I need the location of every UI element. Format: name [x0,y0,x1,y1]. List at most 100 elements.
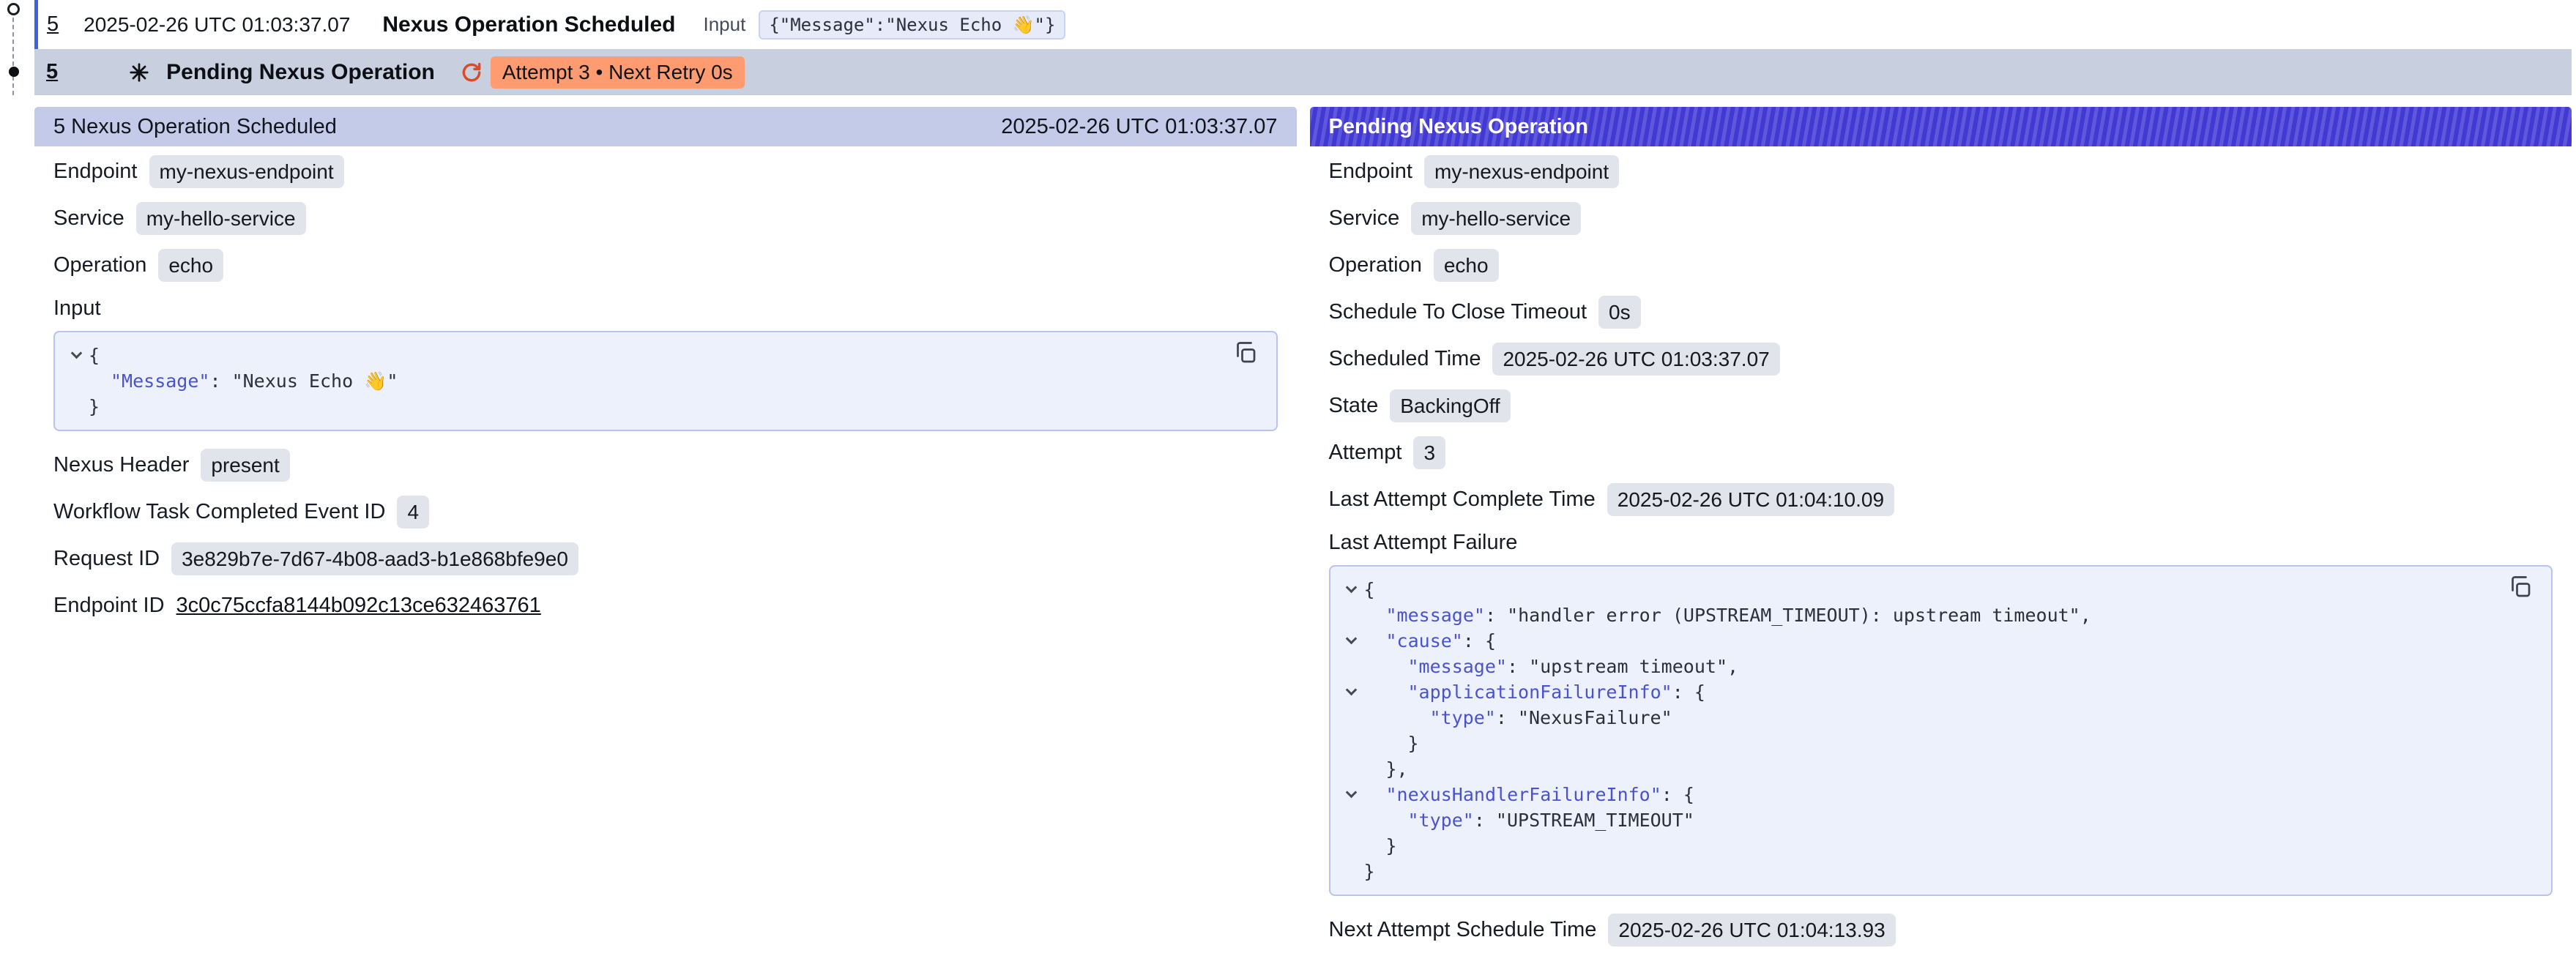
field-row: State BackingOff [1329,382,2553,429]
code-text: "Message": "Nexus Echo 👋" [89,368,398,394]
code-line: "type": "NexusFailure" [1339,705,2540,731]
collapse-gutter [64,394,89,419]
input-section-label: Input [53,296,1278,321]
json-text: } [1364,861,1375,882]
json-text: : "NexusFailure" [1496,707,1672,728]
json-text: : { [1661,784,1694,805]
copy-icon[interactable] [2507,574,2534,600]
code-text: "type": "NexusFailure" [1364,705,1672,731]
event-input-chip: {"Message":"Nexus Echo 👋"} [759,10,1065,40]
copy-icon[interactable] [1232,340,1259,366]
input-json-viewer: {"Message": "Nexus Echo 👋"} [53,331,1278,431]
event-timestamp: 2025-02-26 UTC 01:03:37.07 [83,13,350,37]
collapse-gutter [1339,859,1364,884]
chevron-down-icon[interactable] [1346,684,1358,696]
attempt-badge: Attempt 3 • Next Retry 0s [491,56,745,89]
collapse-gutter [1339,782,1364,807]
code-line: "applicationFailureInfo": { [1339,679,2540,705]
field-row: Endpoint ID3c0c75ccfa8144b092c13ce632463… [53,582,1278,629]
collapse-gutter [1339,833,1364,859]
json-key: "applicationFailureInfo" [1408,681,1672,703]
pending-id-link[interactable]: 5 [46,60,58,84]
field-value-link[interactable]: 3c0c75ccfa8144b092c13ce632463761 [176,594,541,618]
code-text: { [1364,577,1375,602]
event-detail-header: 5 Nexus Operation Scheduled 2025-02-26 U… [34,107,1297,146]
code-text: "message": "upstream timeout", [1364,654,1739,679]
field-row: Next Attempt Schedule Time2025-02-26 UTC… [1329,906,2553,953]
code-text: "nexusHandlerFailureInfo": { [1364,782,1694,807]
field-row: Attempt 3 [1329,429,2553,476]
field-label: Endpoint [53,160,138,184]
code-line: } [64,394,1265,419]
code-text: }, [1364,756,1408,782]
detail-panels: 5 Nexus Operation Scheduled 2025-02-26 U… [34,107,2572,956]
code-text: "applicationFailureInfo": { [1364,679,1705,705]
chevron-down-icon[interactable] [1346,787,1358,799]
collapse-gutter [1339,807,1364,833]
event-id-link[interactable]: 5 [47,12,59,37]
code-line: "type": "UPSTREAM_TIMEOUT" [1339,807,2540,833]
field-label: Schedule To Close Timeout [1329,300,1587,324]
failure-json-viewer: {"message": "handler error (UPSTREAM_TIM… [1329,565,2553,896]
field-value-badge: my-hello-service [136,202,306,235]
input-json-lines: {"Message": "Nexus Echo 👋"} [64,343,1265,419]
field-label: Service [1329,206,1400,231]
field-row: Nexus Headerpresent [53,441,1278,488]
pending-operation-row[interactable]: 5 Pending Nexus Operation Attempt 3 • Ne… [34,49,2572,95]
json-key: "Message" [111,370,209,392]
code-line: }, [1339,756,2540,782]
field-value-badge: 4 [397,496,429,529]
pending-detail-panel: Pending Nexus Operation Endpoint my-nexus… [1310,107,2572,956]
field-label: State [1329,394,1379,418]
field-value-badge: 3 [1413,436,1445,469]
code-line: "Message": "Nexus Echo 👋" [64,368,1265,394]
code-line: "message": "upstream timeout", [1339,654,2540,679]
field-value-badge: my-hello-service [1411,202,1581,235]
chevron-down-icon[interactable] [70,348,82,359]
retry-icon [460,61,483,84]
collapse-gutter [1339,756,1364,782]
field-label: Endpoint [1329,160,1413,184]
event-input-label: Input [703,13,745,36]
field-value-badge: BackingOff [1390,389,1510,422]
code-line: "message": "handler error (UPSTREAM_TIME… [1339,602,2540,628]
field-row: Endpointmy-nexus-endpoint [53,148,1278,195]
history-view: 5 2025-02-26 UTC 01:03:37.07 Nexus Opera… [34,0,2576,956]
collapse-gutter [1339,705,1364,731]
code-line: } [1339,731,2540,756]
history-event-row[interactable]: 5 2025-02-26 UTC 01:03:37.07 Nexus Opera… [34,0,2576,49]
timeline-dashed-line [12,18,14,95]
chevron-down-icon[interactable] [1346,582,1358,594]
json-text: : "UPSTREAM_TIMEOUT" [1474,810,1694,831]
pending-detail-header-title: Pending Nexus Operation [1329,115,1589,139]
pending-detail-fields: Endpoint my-nexus-endpoint Service my-hello… [1329,148,2553,523]
field-value-badge: 2025-02-26 UTC 01:04:13.93 [1608,914,1895,946]
field-label: Attempt [1329,441,1402,465]
field-label: Nexus Header [53,453,189,477]
field-value-badge: echo [1434,249,1499,282]
event-detail-fields-top: Endpointmy-nexus-endpointServicemy-hello… [53,148,1278,288]
json-text: : "Nexus Echo 👋" [209,370,398,392]
code-text: } [1364,859,1375,884]
field-value-badge: 2025-02-26 UTC 01:04:10.09 [1607,483,1894,516]
code-text: { [89,343,100,368]
field-value-badge: 0s [1598,296,1641,329]
failure-section-label: Last Attempt Failure [1329,530,2553,555]
code-line: { [64,343,1265,368]
field-label: Request ID [53,547,160,571]
collapse-gutter [1339,731,1364,756]
json-key: "message" [1386,605,1485,626]
pending-detail-footer-field: Next Attempt Schedule Time2025-02-26 UTC… [1329,906,2553,953]
chevron-down-icon[interactable] [1346,633,1358,645]
event-detail-fields-bottom: Nexus HeaderpresentWorkflow Task Complet… [53,441,1278,629]
event-detail-header-timestamp: 2025-02-26 UTC 01:03:37.07 [1001,115,1277,139]
json-key: "cause" [1386,630,1463,651]
field-value-badge: my-nexus-endpoint [1424,155,1619,188]
json-text: : "handler error (UPSTREAM_TIMEOUT): ups… [1485,605,2091,626]
json-key: "type" [1408,810,1474,831]
code-text: "cause": { [1364,628,1497,654]
code-line: { [1339,577,2540,602]
pending-asterisk-icon [128,61,150,83]
pending-detail-body: Endpoint my-nexus-endpoint Service my-hello… [1310,146,2572,956]
json-text: } [1386,835,1397,856]
